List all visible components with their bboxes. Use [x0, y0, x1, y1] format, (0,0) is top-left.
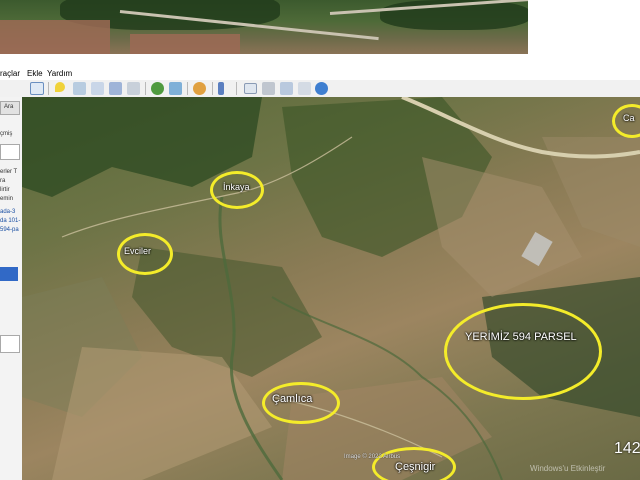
placemark-icon[interactable]: [55, 82, 65, 92]
menu-bar: raçlar Ekle Yardım: [0, 67, 640, 80]
email-icon[interactable]: [244, 83, 257, 94]
view-in-maps-icon[interactable]: [298, 82, 311, 95]
parcel-highlight: [444, 303, 602, 400]
search-button-label: Ara: [4, 104, 14, 110]
imagery-credit: Image © 2022 Airbus: [344, 454, 401, 460]
menu-item-add[interactable]: Ekle: [27, 69, 43, 78]
sidebar-item[interactable]: lirtir: [0, 187, 10, 193]
path-icon[interactable]: [91, 82, 104, 95]
layer-field[interactable]: [0, 335, 20, 353]
selected-item[interactable]: [0, 267, 18, 281]
corner-label: Ca: [623, 113, 635, 123]
camlica-label: Çamlıca: [272, 393, 313, 405]
polygon-icon[interactable]: [73, 82, 86, 95]
historical-imagery-icon[interactable]: [151, 82, 164, 95]
image-overlay-icon[interactable]: [109, 82, 122, 95]
sidebar-panel: Ara çmiş erler T ra lirtir emin ada-3 da…: [0, 97, 23, 480]
sidebar-item[interactable]: emin: [0, 196, 13, 202]
inkaya-label: İnkaya: [223, 182, 250, 192]
parcel-label: YERİMİZ 594 PARSEL: [465, 331, 577, 343]
ruler-icon[interactable]: [218, 82, 224, 95]
map-view[interactable]: İnkaya Evciler YERİMİZ 594 PARSEL Çamlıc…: [22, 97, 640, 480]
search-button[interactable]: Ara: [0, 101, 20, 115]
web-icon[interactable]: [315, 82, 328, 95]
evciler-label: Evciler: [124, 246, 152, 256]
sunlight-icon[interactable]: [169, 82, 182, 95]
print-icon[interactable]: [262, 82, 275, 95]
sidebar-item[interactable]: da 101-: [0, 218, 20, 224]
places-field[interactable]: [0, 144, 20, 160]
cesnigir-label: Çeşnigir: [395, 461, 436, 473]
sidebar-toggle-icon[interactable]: [30, 82, 44, 95]
sidebar-item[interactable]: ada-3: [0, 209, 15, 215]
toolbar-divider: [212, 82, 213, 95]
tour-record-icon[interactable]: [127, 82, 140, 95]
terrain-layer: [22, 97, 640, 480]
planets-icon[interactable]: [193, 82, 206, 95]
sidebar-item[interactable]: 594-pa: [0, 227, 19, 233]
activation-watermark: Windows'u Etkinleştir: [530, 464, 606, 473]
toolbar-divider: [48, 82, 49, 95]
toolbar-divider: [187, 82, 188, 95]
history-label: çmiş: [0, 131, 13, 137]
toolbar: [0, 80, 640, 98]
sidebar-item[interactable]: ra: [0, 178, 5, 184]
sidebar-item[interactable]: erler T: [0, 169, 17, 175]
save-image-icon[interactable]: [280, 82, 293, 95]
top-satellite-strip: [0, 0, 528, 54]
menu-item-help[interactable]: Yardım: [47, 69, 72, 78]
toolbar-divider: [236, 82, 237, 95]
menu-item-tools[interactable]: raçlar: [0, 69, 20, 78]
toolbar-divider: [145, 82, 146, 95]
clock-overlay: 142: [614, 440, 640, 457]
